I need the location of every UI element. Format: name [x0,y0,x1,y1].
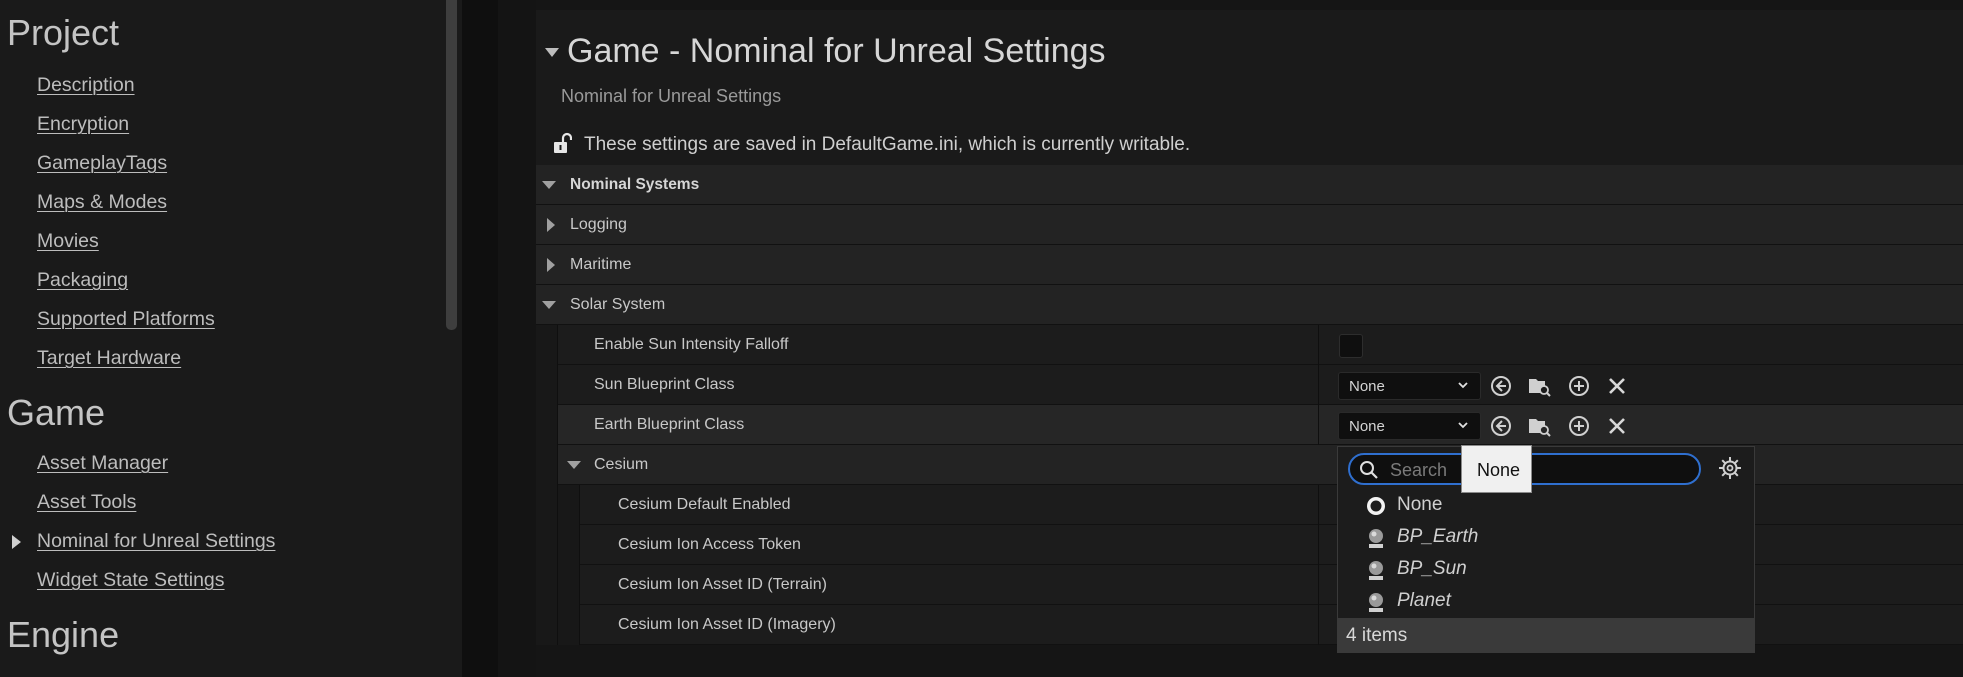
browse-folder-icon[interactable] [1527,374,1551,398]
class-picker-popup: None BP_Earth BP_Sun Planet 4 items [1337,446,1755,653]
sidebar-item-nominal-settings[interactable]: Nominal for Unreal Settings [37,530,275,553]
unlock-icon [554,132,572,153]
category-label: Logging [570,216,627,233]
use-selected-arrow-icon[interactable] [1489,374,1513,398]
option-label: Planet [1397,590,1451,611]
category-nominal-systems[interactable]: Nominal Systems [536,165,1963,205]
actor-class-icon [1369,593,1383,612]
category-label: Cesium [594,456,649,473]
collapse-caret-icon[interactable] [545,48,559,57]
sidebar-item-widget-state[interactable]: Widget State Settings [37,569,225,592]
property-row-sun-falloff: Enable Sun Intensity Falloff [536,325,1963,365]
page-title: Game - Nominal for Unreal Settings [567,32,1106,70]
sidebar-item-supported-platforms[interactable]: Supported Platforms [37,308,215,331]
property-label: Cesium Default Enabled [618,496,791,513]
combo-value: None [1349,378,1385,395]
property-label: Enable Sun Intensity Falloff [594,336,789,353]
property-row-sun-blueprint: Sun Blueprint Class None [536,365,1963,405]
browse-folder-icon[interactable] [1527,414,1551,438]
sidebar-item-maps-modes[interactable]: Maps & Modes [37,191,167,214]
sidebar-item-encryption[interactable]: Encryption [37,113,129,136]
search-input[interactable] [1390,458,1690,482]
picker-option-bp-earth[interactable]: BP_Earth [1339,521,1754,553]
sidebar-item-asset-manager[interactable]: Asset Manager [37,452,168,475]
property-label: Earth Blueprint Class [594,416,745,433]
section-title-game: Game [7,392,106,433]
clear-x-icon[interactable] [1605,374,1629,398]
section-title-engine: Engine [7,614,120,655]
sidebar-item-asset-tools[interactable]: Asset Tools [37,491,136,514]
clear-x-icon[interactable] [1605,414,1629,438]
tooltip-text: None [1477,460,1521,480]
chevron-down-icon [1458,382,1468,389]
picker-option-bp-sun[interactable]: BP_Sun [1339,553,1754,585]
category-solar-system[interactable]: Solar System [536,285,1963,325]
sun-blueprint-combo[interactable]: None [1338,372,1481,400]
settings-header: Game - Nominal for Unreal Settings Nomin… [536,10,1963,165]
sidebar-item-target-hardware[interactable]: Target Hardware [37,347,181,370]
sidebar-item-movies[interactable]: Movies [37,230,99,253]
writable-status-text: These settings are saved in DefaultGame.… [584,134,1191,155]
property-row-earth-blueprint: Earth Blueprint Class None [536,405,1963,445]
add-plus-icon[interactable] [1567,414,1591,438]
none-circle-icon [1367,497,1385,515]
gear-icon[interactable] [1718,456,1742,480]
picker-option-planet[interactable]: Planet [1339,585,1754,617]
sidebar-item-description[interactable]: Description [37,74,135,97]
panel-divider[interactable] [462,0,498,677]
sidebar-item-packaging[interactable]: Packaging [37,269,128,292]
search-icon [1360,461,1378,479]
tooltip: None [1461,445,1532,493]
caret-down-icon [542,181,556,189]
caret-right-icon [547,258,555,272]
caret-right-icon [12,535,21,549]
property-label: Sun Blueprint Class [594,376,735,393]
option-label: BP_Sun [1397,558,1467,579]
caret-down-icon [567,461,581,469]
option-label: None [1397,494,1443,515]
item-count: 4 items [1346,625,1408,646]
combo-value: None [1349,418,1385,435]
category-label: Nominal Systems [570,176,700,193]
property-label: Cesium Ion Access Token [618,536,801,553]
category-label: Solar System [570,296,666,313]
settings-sidebar: Project Description Encryption GameplayT… [0,0,462,677]
panel-gutter [498,0,536,677]
option-label: BP_Earth [1397,526,1479,547]
sidebar-item-gameplaytags[interactable]: GameplayTags [37,152,167,175]
page-subtitle: Nominal for Unreal Settings [561,86,782,106]
earth-blueprint-combo[interactable]: None [1338,412,1481,440]
chevron-down-icon [1458,422,1468,429]
property-label: Cesium Ion Asset ID (Terrain) [618,576,827,593]
caret-right-icon [547,218,555,232]
sun-falloff-checkbox[interactable] [1339,334,1363,358]
category-maritime[interactable]: Maritime [536,245,1963,285]
use-selected-arrow-icon[interactable] [1489,414,1513,438]
actor-class-icon [1369,561,1383,580]
item-count-footer: 4 items [1338,618,1754,652]
property-label: Cesium Ion Asset ID (Imagery) [618,616,836,633]
sidebar-scrollbar[interactable] [446,0,457,330]
add-plus-icon[interactable] [1567,374,1591,398]
section-title-project: Project [7,12,120,53]
category-logging[interactable]: Logging [536,205,1963,245]
actor-class-icon [1369,529,1383,548]
caret-down-icon [542,301,556,309]
category-label: Maritime [570,256,632,273]
picker-option-none[interactable]: None [1339,489,1754,521]
